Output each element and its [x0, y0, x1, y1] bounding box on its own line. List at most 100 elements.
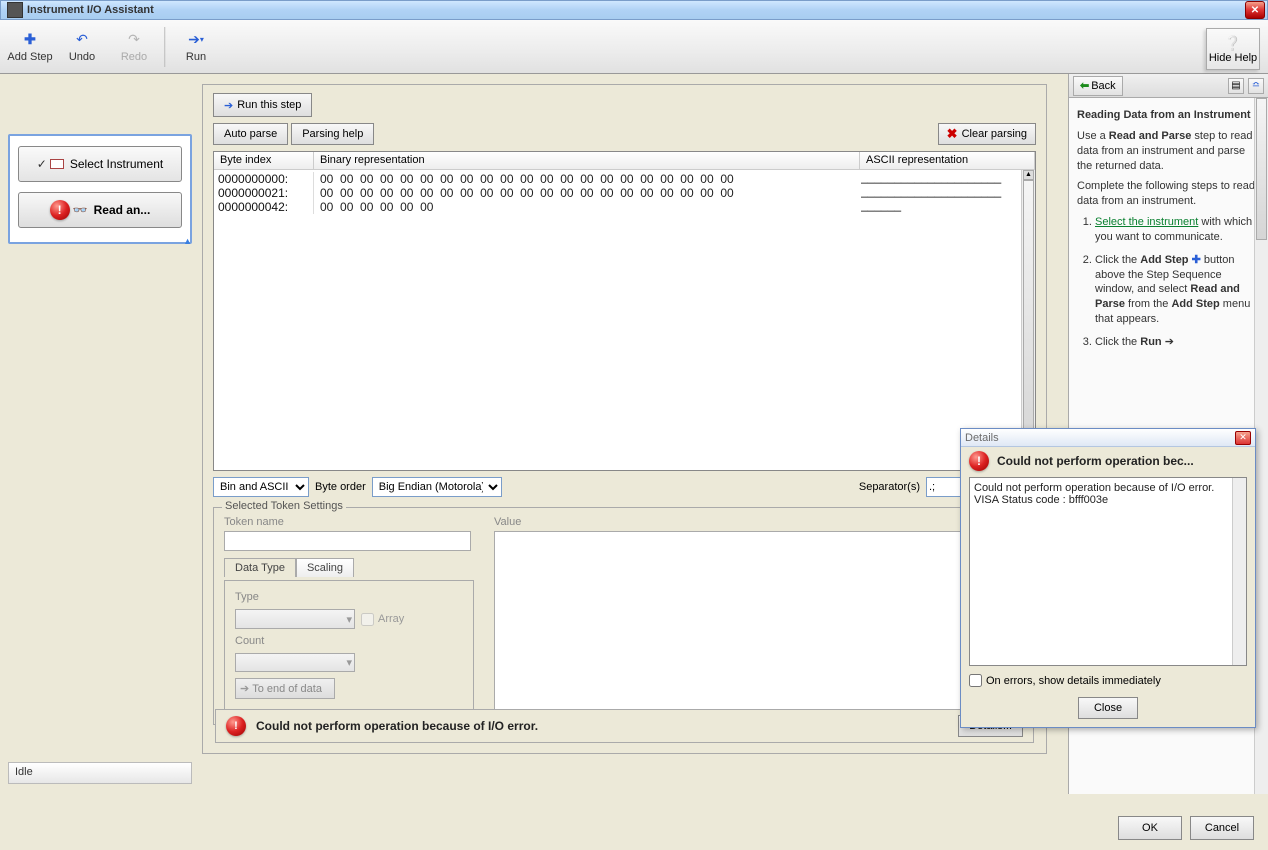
details-close-ok-button[interactable]: Close	[1078, 697, 1138, 719]
run-label: Run	[186, 51, 206, 63]
tab-scaling[interactable]: Scaling	[296, 558, 354, 577]
col-byte-index: Byte index	[214, 152, 314, 169]
help-scrollbar[interactable]	[1254, 98, 1268, 794]
run-button[interactable]: ➔▾ Run	[172, 23, 220, 71]
data-type-panel: Type ▾ Array Count ▾ ➔	[224, 580, 474, 710]
help-step-2: Click the Add Step ✚ button above the St…	[1095, 253, 1260, 327]
app-icon	[7, 2, 23, 18]
center-panel: ➔ Run this step Auto parse Parsing help …	[200, 74, 1068, 794]
help-collapse-icon[interactable]: ≏	[1248, 78, 1264, 94]
help-back-button[interactable]: ⬅ Back	[1073, 76, 1123, 96]
help-index-icon[interactable]: ▤	[1228, 78, 1244, 94]
token-name-label: Token name	[224, 516, 474, 528]
help-text: Click the	[1095, 336, 1140, 348]
hex-scrollbar[interactable]: ▲ ▼	[1021, 170, 1035, 470]
to-end-label: To end of data	[252, 683, 322, 695]
col-binary: Binary representation	[314, 152, 860, 169]
help-heading: Reading Data from an Instrument	[1077, 109, 1251, 121]
window-close-button[interactable]: ✕	[1245, 1, 1265, 19]
titlebar: Instrument I/O Assistant ✕	[0, 0, 1268, 20]
hex-index: 0000000000:	[214, 172, 314, 186]
help-body: Reading Data from an Instrument Use a Re…	[1069, 98, 1268, 368]
ok-button[interactable]: OK	[1118, 816, 1182, 840]
help-header: ⬅ Back ▤ ≏	[1069, 74, 1268, 98]
hex-index: 0000000021:	[214, 186, 314, 200]
status-bar: Idle	[8, 762, 192, 784]
details-scrollbar[interactable]	[1232, 478, 1246, 665]
ascii-row: ______	[861, 198, 1021, 212]
link-select-instrument[interactable]: Select the instrument	[1095, 216, 1198, 228]
details-header: ! Could not perform operation bec...	[961, 447, 1255, 475]
clear-x-icon: ✖	[947, 126, 958, 142]
step-read-icons: ! 👓	[50, 200, 88, 220]
run-arrow-icon: ➔▾	[187, 31, 205, 49]
details-line: Could not perform operation because of I…	[974, 482, 1242, 494]
error-icon: !	[969, 451, 989, 471]
help-step-3: Click the Run ➔	[1095, 335, 1260, 350]
error-message: Could not perform operation because of I…	[256, 719, 538, 733]
step-sequence: ✓ Select Instrument ! 👓 Read an...	[8, 134, 192, 244]
details-checkbox[interactable]	[969, 674, 982, 687]
type-label: Type	[235, 591, 463, 603]
undo-button[interactable]: ↶ Undo	[58, 23, 106, 71]
scroll-thumb[interactable]	[1023, 180, 1034, 458]
scroll-up-icon[interactable]: ▲	[1023, 170, 1034, 180]
details-on-errors-checkbox[interactable]: On errors, show details immediately	[961, 668, 1255, 693]
step-select-instrument[interactable]: ✓ Select Instrument	[18, 146, 182, 182]
step-read-and-parse[interactable]: ! 👓 Read an...	[18, 192, 182, 228]
redo-icon: ↷	[125, 31, 143, 49]
details-line: VISA Status code : bfff003e	[974, 494, 1242, 506]
count-select[interactable]: ▾	[235, 653, 355, 672]
window-title: Instrument I/O Assistant	[27, 4, 1245, 16]
help-text: from the	[1128, 298, 1171, 310]
step-select-label: Select Instrument	[70, 157, 163, 171]
status-text: Idle	[15, 766, 33, 778]
token-settings-group: Selected Token Settings Token name Data …	[213, 507, 1036, 725]
parsing-help-label: Parsing help	[302, 128, 363, 140]
cancel-button[interactable]: Cancel	[1190, 816, 1254, 840]
back-label: Back	[1091, 80, 1115, 92]
array-checkbox-label[interactable]: Array	[361, 613, 404, 626]
auto-parse-button[interactable]: Auto parse	[213, 123, 288, 145]
byte-order-select[interactable]: Big Endian (Motorola)	[372, 477, 502, 497]
parsing-help-button[interactable]: Parsing help	[291, 123, 374, 145]
clear-parsing-button[interactable]: ✖ Clear parsing	[938, 123, 1036, 145]
hex-body[interactable]: 0000000000: 00 00 00 00 00 00 00 00 00 0…	[214, 170, 1035, 470]
help-bold: Run	[1140, 336, 1161, 348]
details-textarea[interactable]: Could not perform operation because of I…	[969, 477, 1247, 666]
col-ascii: ASCII representation	[860, 152, 1035, 169]
type-select[interactable]: ▾	[235, 609, 355, 629]
hide-help-label: Hide Help	[1209, 52, 1257, 64]
details-close-button[interactable]: ✕	[1235, 431, 1251, 445]
token-name-input[interactable]	[224, 531, 471, 551]
help-text: Click the	[1095, 254, 1140, 266]
view-mode-select[interactable]: Bin and ASCII	[213, 477, 309, 497]
details-title: Details	[965, 432, 999, 444]
plus-icon: ✚	[1192, 254, 1204, 266]
details-dialog: Details ✕ ! Could not perform operation …	[960, 428, 1256, 728]
array-checkbox[interactable]	[361, 613, 374, 626]
details-footer: Close	[961, 693, 1255, 727]
instrument-icon	[50, 159, 64, 169]
ascii-row: _____________________	[861, 170, 1021, 184]
clear-parsing-label: Clear parsing	[962, 128, 1027, 140]
separator-label: Separator(s)	[859, 481, 920, 493]
scroll-thumb[interactable]	[1256, 98, 1267, 240]
help-step-1: Select the instrument with which you wan…	[1095, 215, 1260, 245]
details-check-label: On errors, show details immediately	[986, 675, 1161, 687]
checkmark-icon: ✓	[37, 157, 47, 171]
run-this-step-button[interactable]: ➔ Run this step	[213, 93, 312, 117]
hide-help-button[interactable]: ❔ Hide Help	[1206, 28, 1260, 70]
main-toolbar: ✚ Add Step ↶ Undo ↷ Redo ➔▾ Run ❔ Hide H…	[0, 20, 1268, 74]
details-titlebar: Details ✕	[961, 429, 1255, 447]
ascii-column: _____________________ __________________…	[861, 170, 1021, 212]
to-end-of-data-button[interactable]: ➔ To end of data	[235, 678, 335, 699]
tab-data-type[interactable]: Data Type	[224, 558, 296, 577]
left-panel: ✓ Select Instrument ! 👓 Read an... Idle	[0, 74, 200, 794]
run-this-step-label: Run this step	[237, 99, 301, 111]
add-step-button[interactable]: ✚ Add Step	[6, 23, 54, 71]
help-bold: Read and Parse	[1109, 130, 1192, 142]
ascii-row: _____________________	[861, 184, 1021, 198]
step-read-label: Read an...	[94, 203, 151, 217]
value-box	[494, 531, 1034, 711]
